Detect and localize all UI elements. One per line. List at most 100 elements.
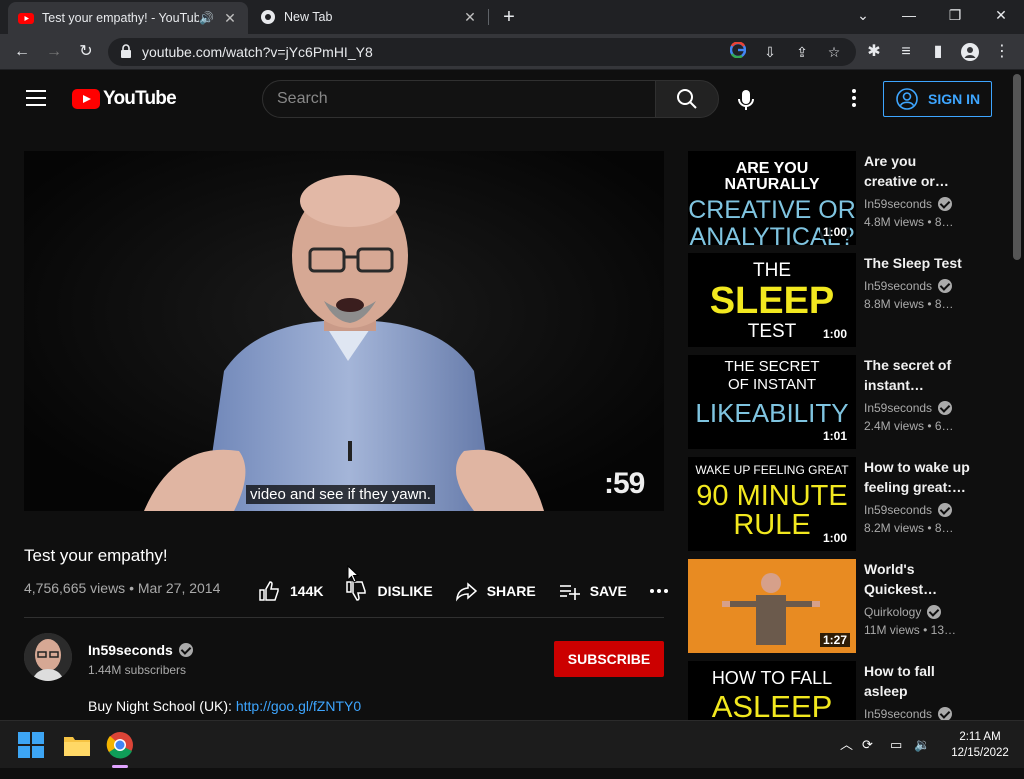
verified-check-icon (938, 197, 953, 211)
page-scrollbar[interactable] (1010, 70, 1024, 720)
scrollbar-thumb[interactable] (1013, 74, 1021, 260)
share-arrow-icon (455, 582, 477, 602)
channel-name[interactable]: In59seconds (864, 707, 953, 720)
chrome-menu-icon[interactable]: ⋮ (988, 38, 1016, 66)
tab-youtube[interactable]: Test your empathy! - YouTube 🔊 ✕ (8, 2, 248, 34)
share-page-icon[interactable]: ⇪ (792, 42, 812, 62)
recommended-video[interactable]: ARE YOU NATURALLY CREATIVE OR ANALYTICAL… (688, 151, 988, 245)
video-title[interactable]: World's Quickest… (864, 559, 972, 599)
extensions-icon[interactable]: ✱ (860, 38, 888, 66)
recommended-video[interactable]: THE SLEEP TEST 1:00 The Sleep Test In59s… (688, 253, 988, 347)
search-input[interactable] (263, 81, 655, 117)
youtube-logo[interactable]: YouTube (72, 88, 177, 110)
account-icon (896, 88, 918, 110)
channel-name[interactable]: In59seconds (88, 642, 193, 658)
show-hidden-icons[interactable]: ︿ (840, 721, 853, 769)
channel-name[interactable]: In59seconds (864, 197, 953, 211)
channel-name[interactable]: In59seconds (864, 279, 953, 293)
new-tab-button[interactable]: + (498, 6, 520, 28)
search-button[interactable] (655, 80, 719, 118)
hamburger-menu-icon[interactable] (26, 90, 46, 106)
video-meta: 4.8M views • 8… (864, 215, 954, 229)
back-button[interactable]: ← (8, 38, 36, 66)
video-thumbnail[interactable]: WAKE UP FEELING GREAT 90 MINUTE RULE 1:0… (688, 457, 856, 551)
audio-playing-icon[interactable]: 🔊 (199, 11, 214, 25)
video-title[interactable]: How to fall asleep (864, 661, 972, 701)
verified-check-icon (178, 643, 193, 657)
close-window-button[interactable]: ✕ (978, 0, 1024, 30)
bookmark-star-icon[interactable]: ☆ (824, 42, 844, 62)
media-control-icon[interactable]: ≡ (892, 38, 920, 66)
search-icon (677, 89, 697, 109)
channel-name[interactable]: Quirkology (864, 605, 942, 619)
recommended-video[interactable]: WAKE UP FEELING GREAT 90 MINUTE RULE 1:0… (688, 457, 988, 551)
video-meta: 11M views • 13… (864, 623, 957, 637)
forward-button[interactable]: → (40, 38, 68, 66)
system-clock[interactable]: 2:11 AM 12/15/2022 (944, 729, 1016, 761)
volume-icon[interactable]: 🔉 (914, 721, 930, 769)
section-divider (24, 617, 664, 618)
tab-search-icon[interactable]: ⌄ (840, 0, 886, 30)
clock-time: 2:11 AM (959, 731, 1001, 743)
video-title[interactable]: How to wake up feeling great:… (864, 457, 972, 497)
like-button[interactable]: 144K (258, 580, 323, 602)
network-icon[interactable]: ▭ (890, 721, 902, 769)
reload-button[interactable]: ↻ (72, 38, 100, 66)
sign-in-button[interactable]: SIGN IN (883, 81, 992, 117)
verified-check-icon (927, 605, 942, 619)
tab-new-tab[interactable]: New Tab ✕ (250, 0, 488, 34)
like-count: 144K (290, 583, 324, 599)
chrome-favicon-icon (261, 10, 275, 24)
youtube-header: YouTube SIGN IN (0, 70, 1010, 126)
video-title[interactable]: The Sleep Test (864, 253, 972, 273)
video-duration: 1:27 (819, 633, 850, 647)
search-box[interactable] (262, 80, 656, 118)
sign-in-label: SIGN IN (928, 91, 981, 107)
video-player[interactable]: video and see if they yawn. :59 (24, 151, 664, 511)
install-app-icon[interactable]: ⇩ (760, 42, 780, 62)
windows-start-icon[interactable] (18, 721, 44, 769)
save-button[interactable]: SAVE (558, 580, 627, 602)
video-thumbnail[interactable]: 1:27 (688, 559, 856, 653)
settings-menu-icon[interactable] (846, 88, 862, 108)
voice-search-button[interactable] (730, 84, 762, 116)
video-thumbnail[interactable]: HOW TO FALL ASLEEP (688, 661, 856, 720)
update-icon[interactable]: ⟳ (862, 721, 873, 769)
video-thumbnail[interactable]: THE SECRET OF INSTANT LIKEABILITY 1:01 (688, 355, 856, 449)
thumbnail-text: WAKE UP FEELING GREAT (695, 463, 849, 477)
channel-name-text: In59seconds (864, 503, 933, 517)
title-line: How to fall (864, 663, 935, 679)
description-link[interactable]: http://goo.gl/fZNTY0 (236, 698, 361, 714)
restore-button[interactable]: ❐ (932, 0, 978, 30)
tab-title: New Tab (284, 10, 333, 24)
minimize-button[interactable]: — (886, 0, 932, 30)
thumbnail-text: OF INSTANT (727, 376, 817, 393)
recommended-video[interactable]: HOW TO FALL ASLEEP How to fall asleep In… (688, 661, 988, 720)
file-explorer-icon[interactable] (64, 721, 90, 769)
video-title[interactable]: The secret of instant… (864, 355, 972, 395)
more-actions-icon[interactable] (649, 588, 679, 594)
channel-name[interactable]: In59seconds (864, 401, 953, 415)
video-thumbnail[interactable]: ARE YOU NATURALLY CREATIVE OR ANALYTICAL… (688, 151, 856, 245)
address-bar[interactable]: youtube.com/watch?v=jYc6PmHI_Y8 ⇩ ⇪ ☆ (108, 38, 856, 66)
chrome-taskbar-icon[interactable] (106, 721, 134, 769)
close-tab-icon[interactable]: ✕ (222, 10, 238, 27)
logo-text: YouTube (103, 88, 177, 109)
channel-name[interactable]: In59seconds (864, 503, 953, 517)
profile-icon[interactable] (956, 38, 984, 66)
title-line: instant… (864, 377, 924, 393)
close-tab-icon[interactable]: ✕ (462, 9, 478, 26)
title-line: World's (864, 561, 915, 577)
side-panel-icon[interactable]: ▮ (924, 38, 952, 66)
subscribe-button[interactable]: SUBSCRIBE (554, 641, 664, 677)
video-thumbnail[interactable]: THE SLEEP TEST 1:00 (688, 253, 856, 347)
dislike-button[interactable]: DISLIKE (345, 580, 433, 602)
share-button[interactable]: SHARE (455, 580, 536, 602)
verified-check-icon (938, 503, 953, 517)
recommended-video[interactable]: THE SECRET OF INSTANT LIKEABILITY 1:01 T… (688, 355, 988, 449)
browser-toolbar: ← → ↻ youtube.com/watch?v=jYc6PmHI_Y8 ⇩ … (0, 34, 1024, 70)
video-title[interactable]: Are you creative or… (864, 151, 972, 191)
channel-avatar[interactable] (24, 633, 72, 681)
google-icon[interactable] (728, 41, 748, 62)
recommended-video[interactable]: 1:27 World's Quickest… Quirkology 11M vi… (688, 559, 988, 653)
